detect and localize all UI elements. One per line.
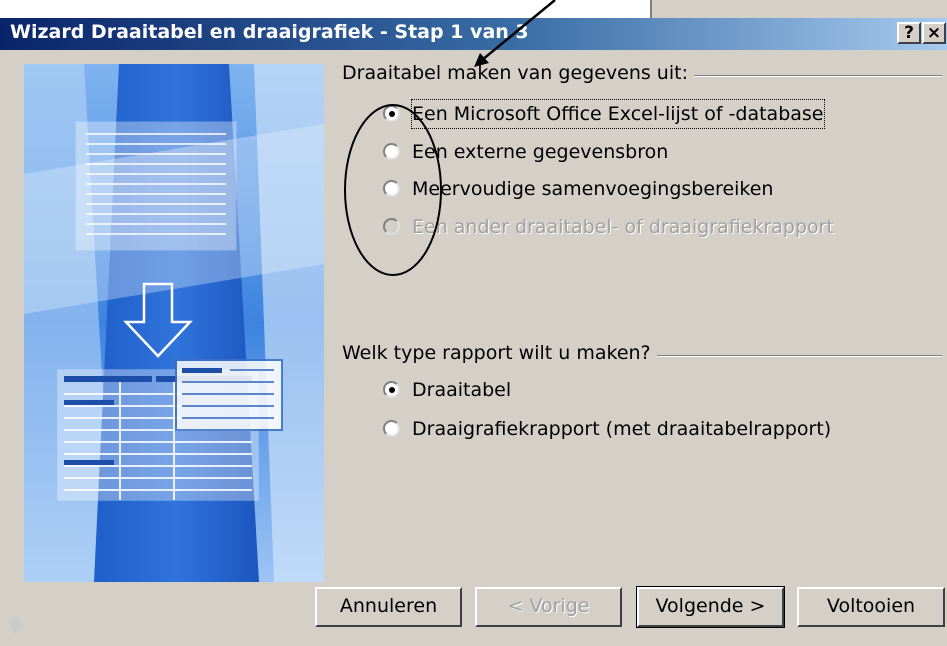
help-button[interactable]: ?: [897, 22, 921, 44]
source-table-graphic: [75, 121, 237, 251]
option-label: Een Microsoft Office Excel-lijst of -dat…: [411, 99, 825, 129]
source-group-title: Draaitabel maken van gegevens uit:: [342, 62, 694, 84]
next-button[interactable]: Volgende >: [636, 586, 785, 628]
radio-button[interactable]: [383, 420, 400, 437]
top-strip: [0, 0, 947, 18]
window-title: Wizard Draaitabel en draaigrafiek - Stap…: [10, 21, 529, 43]
wizard-dialog: Draaitabel maken van gegevens uit: Een M…: [0, 50, 947, 646]
radio-button[interactable]: [383, 180, 400, 197]
title-bar: Wizard Draaitabel en draaigrafiek - Stap…: [0, 18, 947, 50]
cancel-button[interactable]: Annuleren: [315, 587, 462, 627]
option-label: Draaitabel: [412, 379, 512, 401]
report-group-title: Welk type rapport wilt u maken?: [342, 342, 657, 364]
radio-button-selected[interactable]: [383, 105, 400, 122]
option-label: Draaigrafiekrapport (met draaitabelrappo…: [412, 418, 832, 440]
option-label: Meervoudige samenvoegingsbereiken: [412, 178, 774, 200]
wizard-illustration: [24, 64, 324, 582]
radio-button-disabled: [383, 218, 400, 235]
close-button[interactable]: ×: [922, 22, 946, 44]
background-window-edge: [650, 0, 947, 18]
previous-button: < Vorige: [475, 587, 622, 627]
radio-button[interactable]: [383, 143, 400, 160]
finish-button[interactable]: Voltooien: [797, 587, 945, 627]
pivot-table-graphic: [57, 359, 283, 501]
option-label: Een ander draaitabel- of draaigrafiekrap…: [412, 216, 834, 238]
radio-button-selected[interactable]: [383, 381, 400, 398]
option-label: Een externe gegevensbron: [412, 141, 669, 163]
